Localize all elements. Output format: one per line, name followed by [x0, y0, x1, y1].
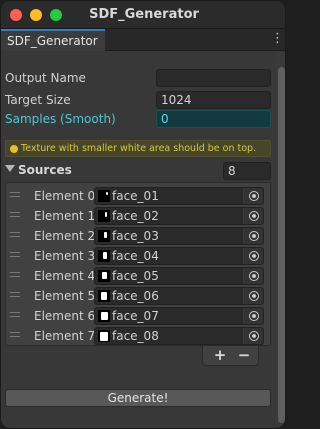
target-icon — [249, 231, 259, 241]
target-icon — [249, 271, 259, 281]
drag-handle-icon[interactable] — [10, 292, 20, 297]
texture-field[interactable]: face_03 — [94, 227, 264, 245]
drag-handle-icon[interactable] — [10, 192, 20, 197]
drag-handle-icon[interactable] — [10, 332, 20, 337]
drag-handle-icon[interactable] — [10, 312, 20, 317]
texture-field[interactable]: face_01 — [94, 187, 264, 205]
texture-field[interactable]: face_07 — [94, 307, 264, 325]
texture-field[interactable]: face_08 — [94, 327, 264, 345]
foldout-arrow-icon[interactable] — [5, 165, 15, 172]
scrollbar-thumb[interactable] — [278, 67, 285, 423]
list-item: Element 1 face_02 — [6, 206, 270, 226]
list-item: Element 7 face_08 — [6, 326, 270, 346]
list-item: Element 0 face_01 — [6, 186, 270, 206]
target-size-input[interactable]: 1024 — [156, 91, 271, 109]
sources-list: Element 0 face_01 Element 1 face_02 Elem… — [5, 182, 271, 346]
object-picker-button[interactable] — [243, 188, 263, 204]
list-item: Element 3 face_04 — [6, 246, 270, 266]
window-title: SDF_Generator — [89, 7, 199, 22]
target-icon — [249, 251, 259, 261]
samples-row: Samples (Smooth) 0 — [5, 110, 271, 128]
element-label: Element 4 — [34, 269, 96, 283]
texture-field[interactable]: face_04 — [94, 247, 264, 265]
tab-sdf-generator[interactable]: SDF_Generator — [1, 29, 105, 51]
editor-window: SDF_Generator SDF_Generator ⋮ Output Nam… — [0, 0, 286, 429]
target-size-label: Target Size — [5, 93, 71, 107]
texture-name: face_07 — [112, 309, 159, 323]
texture-name: face_02 — [112, 209, 159, 223]
sources-header: Sources 8 — [5, 162, 271, 180]
texture-name: face_05 — [112, 269, 159, 283]
texture-thumbnail — [98, 310, 110, 322]
target-icon — [249, 291, 259, 301]
element-label: Element 0 — [34, 189, 96, 203]
texture-thumbnail — [98, 190, 110, 202]
object-picker-button[interactable] — [243, 288, 263, 304]
element-label: Element 1 — [34, 209, 96, 223]
object-picker-button[interactable] — [243, 248, 263, 264]
title-bar: SDF_Generator — [1, 1, 285, 29]
texture-thumbnail — [98, 210, 110, 222]
texture-field[interactable]: face_06 — [94, 287, 264, 305]
texture-thumbnail — [98, 330, 110, 342]
warning-box: Texture with smaller white area should b… — [5, 140, 271, 157]
list-item: Element 6 face_07 — [6, 306, 270, 326]
vertical-scrollbar[interactable] — [276, 53, 285, 427]
texture-field[interactable]: face_05 — [94, 267, 264, 285]
element-label: Element 2 — [34, 229, 96, 243]
element-label: Element 5 — [34, 289, 96, 303]
tab-bar: SDF_Generator ⋮ — [1, 29, 285, 51]
inspector-content: Output Name Target Size 1024 Samples (Sm… — [1, 52, 277, 428]
texture-thumbnail — [98, 230, 110, 242]
object-picker-button[interactable] — [243, 328, 263, 344]
object-picker-button[interactable] — [243, 308, 263, 324]
element-label: Element 7 — [34, 329, 96, 343]
texture-name: face_08 — [112, 329, 159, 343]
list-item: Element 2 face_03 — [6, 226, 270, 246]
texture-name: face_03 — [112, 229, 159, 243]
texture-field[interactable]: face_02 — [94, 207, 264, 225]
output-name-row: Output Name — [5, 69, 271, 87]
drag-handle-icon[interactable] — [10, 212, 20, 217]
samples-input[interactable]: 0 — [156, 110, 271, 128]
drag-handle-icon[interactable] — [10, 252, 20, 257]
texture-thumbnail — [98, 270, 110, 282]
list-item: Element 5 face_06 — [6, 286, 270, 306]
texture-name: face_04 — [112, 249, 159, 263]
list-footer: + − — [202, 346, 259, 366]
kebab-menu-icon[interactable]: ⋮ — [271, 32, 284, 46]
remove-element-button[interactable]: − — [234, 347, 254, 363]
sources-label[interactable]: Sources — [18, 163, 72, 177]
texture-thumbnail — [98, 290, 110, 302]
texture-name: face_06 — [112, 289, 159, 303]
samples-label: Samples (Smooth) — [5, 112, 116, 126]
object-picker-button[interactable] — [243, 208, 263, 224]
target-icon — [249, 331, 259, 341]
target-size-row: Target Size 1024 — [5, 91, 271, 109]
generate-button[interactable]: Generate! — [5, 389, 271, 407]
target-icon — [249, 211, 259, 221]
output-name-label: Output Name — [5, 71, 86, 85]
element-label: Element 6 — [34, 309, 96, 323]
drag-handle-icon[interactable] — [10, 272, 20, 277]
element-label: Element 3 — [34, 249, 96, 263]
object-picker-button[interactable] — [243, 228, 263, 244]
sources-count-input[interactable]: 8 — [223, 162, 271, 180]
texture-name: face_01 — [112, 189, 159, 203]
add-element-button[interactable]: + — [210, 347, 230, 363]
target-icon — [249, 191, 259, 201]
object-picker-button[interactable] — [243, 268, 263, 284]
warning-icon — [10, 145, 18, 153]
target-icon — [249, 311, 259, 321]
texture-thumbnail — [98, 250, 110, 262]
output-name-input[interactable] — [156, 69, 271, 87]
warning-text: Texture with smaller white area should b… — [21, 143, 257, 154]
drag-handle-icon[interactable] — [10, 232, 20, 237]
list-item: Element 4 face_05 — [6, 266, 270, 286]
